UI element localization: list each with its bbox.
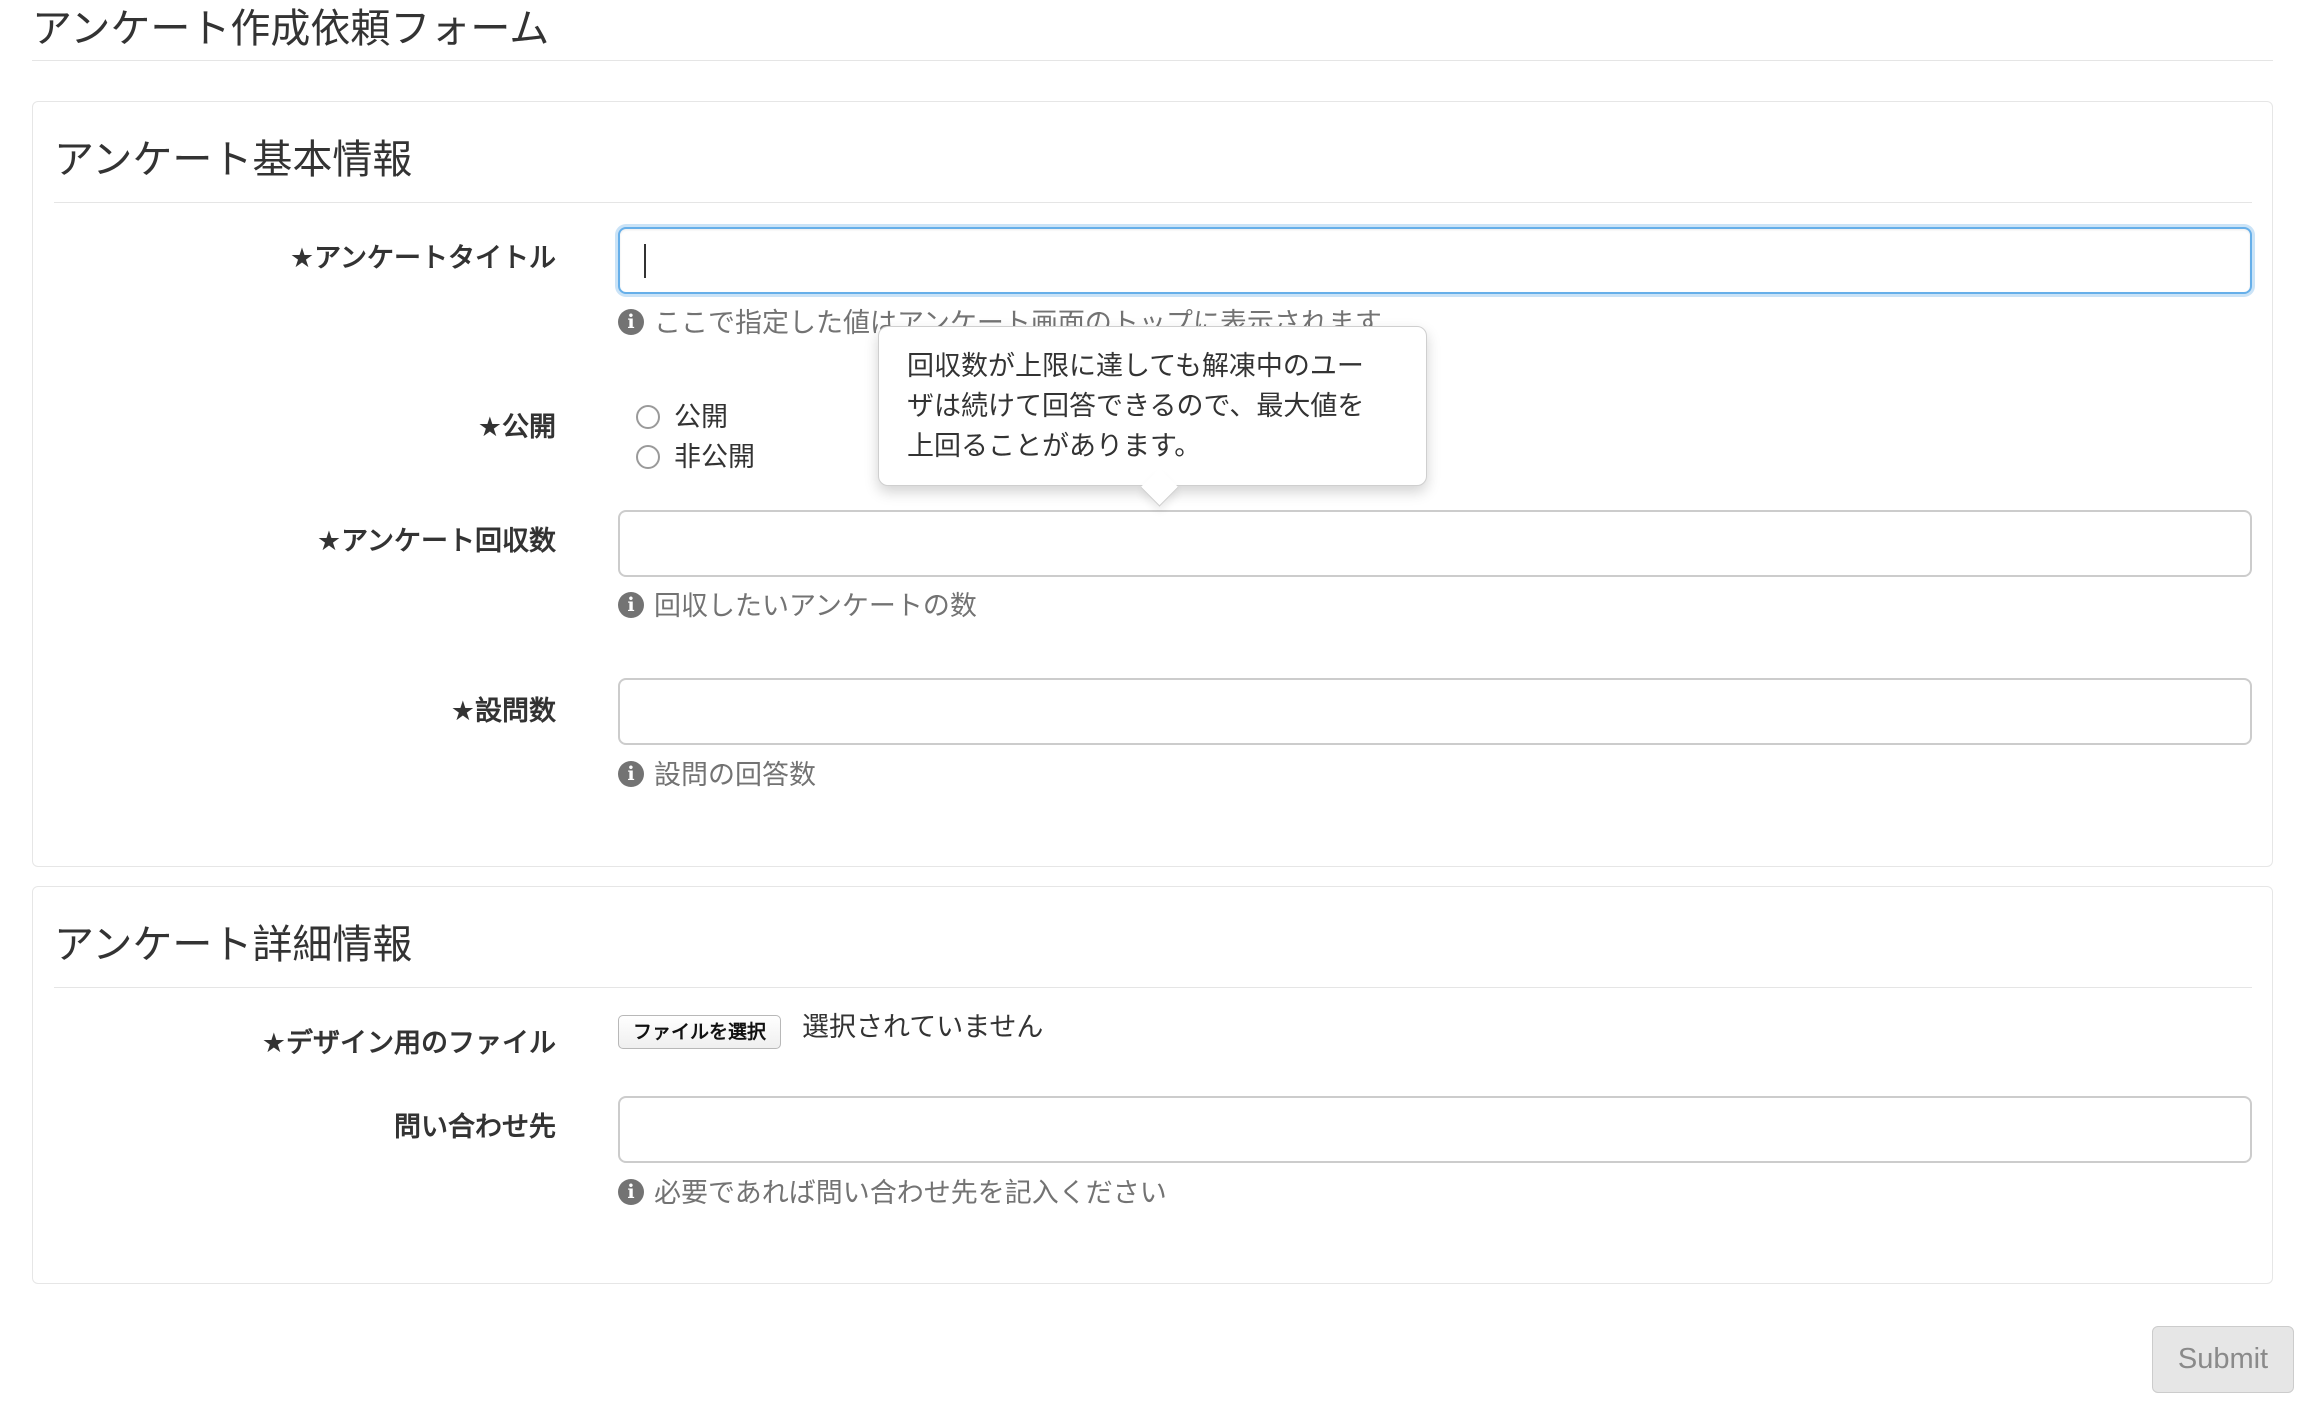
response-count-label: ★アンケート回収数	[316, 526, 556, 557]
survey-title-label: ★アンケートタイトル	[289, 243, 556, 274]
contact-label: 問い合わせ先	[394, 1112, 556, 1143]
response-count-input[interactable]	[618, 510, 2252, 577]
survey-title-input[interactable]	[618, 227, 2252, 294]
info-circle-icon: i	[618, 1178, 644, 1205]
detail-info-legend: アンケート詳細情報	[54, 907, 2252, 988]
design-file-label: ★デザイン用のファイル	[261, 1028, 556, 1059]
contact-help-text: 必要であれば問い合わせ先を記入ください	[654, 1178, 1167, 1209]
response-count-help: i 回収したいアンケートの数	[618, 587, 977, 627]
detail-info-panel: アンケート詳細情報	[32, 886, 2273, 1284]
question-count-help-text: 設問の回答数	[654, 760, 816, 791]
radio-private-label: 非公開	[674, 442, 755, 473]
response-count-help-text: 回収したいアンケートの数	[654, 591, 977, 622]
radio-public-label: 公開	[674, 402, 728, 433]
text-caret	[644, 244, 646, 278]
submit-button[interactable]: Submit	[2152, 1326, 2294, 1393]
tooltip-line: 回収数が上限に達しても解凍中のユー	[907, 351, 1364, 382]
contact-input[interactable]	[618, 1096, 2252, 1163]
page-title: アンケート作成依頼フォーム	[32, 0, 2273, 61]
contact-help: i 必要であれば問い合わせ先を記入ください	[618, 1174, 1167, 1214]
tooltip-line: ザは続けて回答できるので、最大値を	[907, 391, 1365, 422]
radio-circle[interactable]	[636, 444, 660, 469]
choose-file-button[interactable]: ファイルを選択	[618, 1015, 782, 1049]
question-count-help: i 設問の回答数	[618, 756, 816, 796]
info-circle-icon: i	[618, 308, 644, 335]
publish-radio-public[interactable]: 公開	[636, 398, 728, 438]
question-count-label: ★設問数	[450, 696, 556, 727]
radio-circle[interactable]	[636, 404, 660, 429]
info-circle-icon: i	[618, 591, 644, 618]
tooltip-line: 上回ることがあります。	[907, 431, 1202, 462]
publish-radio-private[interactable]: 非公開	[636, 438, 755, 478]
response-count-tooltip: 回収数が上限に達しても解凍中のユー ザは続けて回答できるので、最大値を 上回るこ…	[878, 326, 1427, 507]
file-status-text: 選択されていません	[802, 1012, 1044, 1043]
info-circle-icon: i	[618, 760, 644, 787]
question-count-input[interactable]	[618, 678, 2252, 745]
publish-label: ★公開	[477, 412, 556, 443]
basic-info-legend: アンケート基本情報	[54, 122, 2252, 203]
